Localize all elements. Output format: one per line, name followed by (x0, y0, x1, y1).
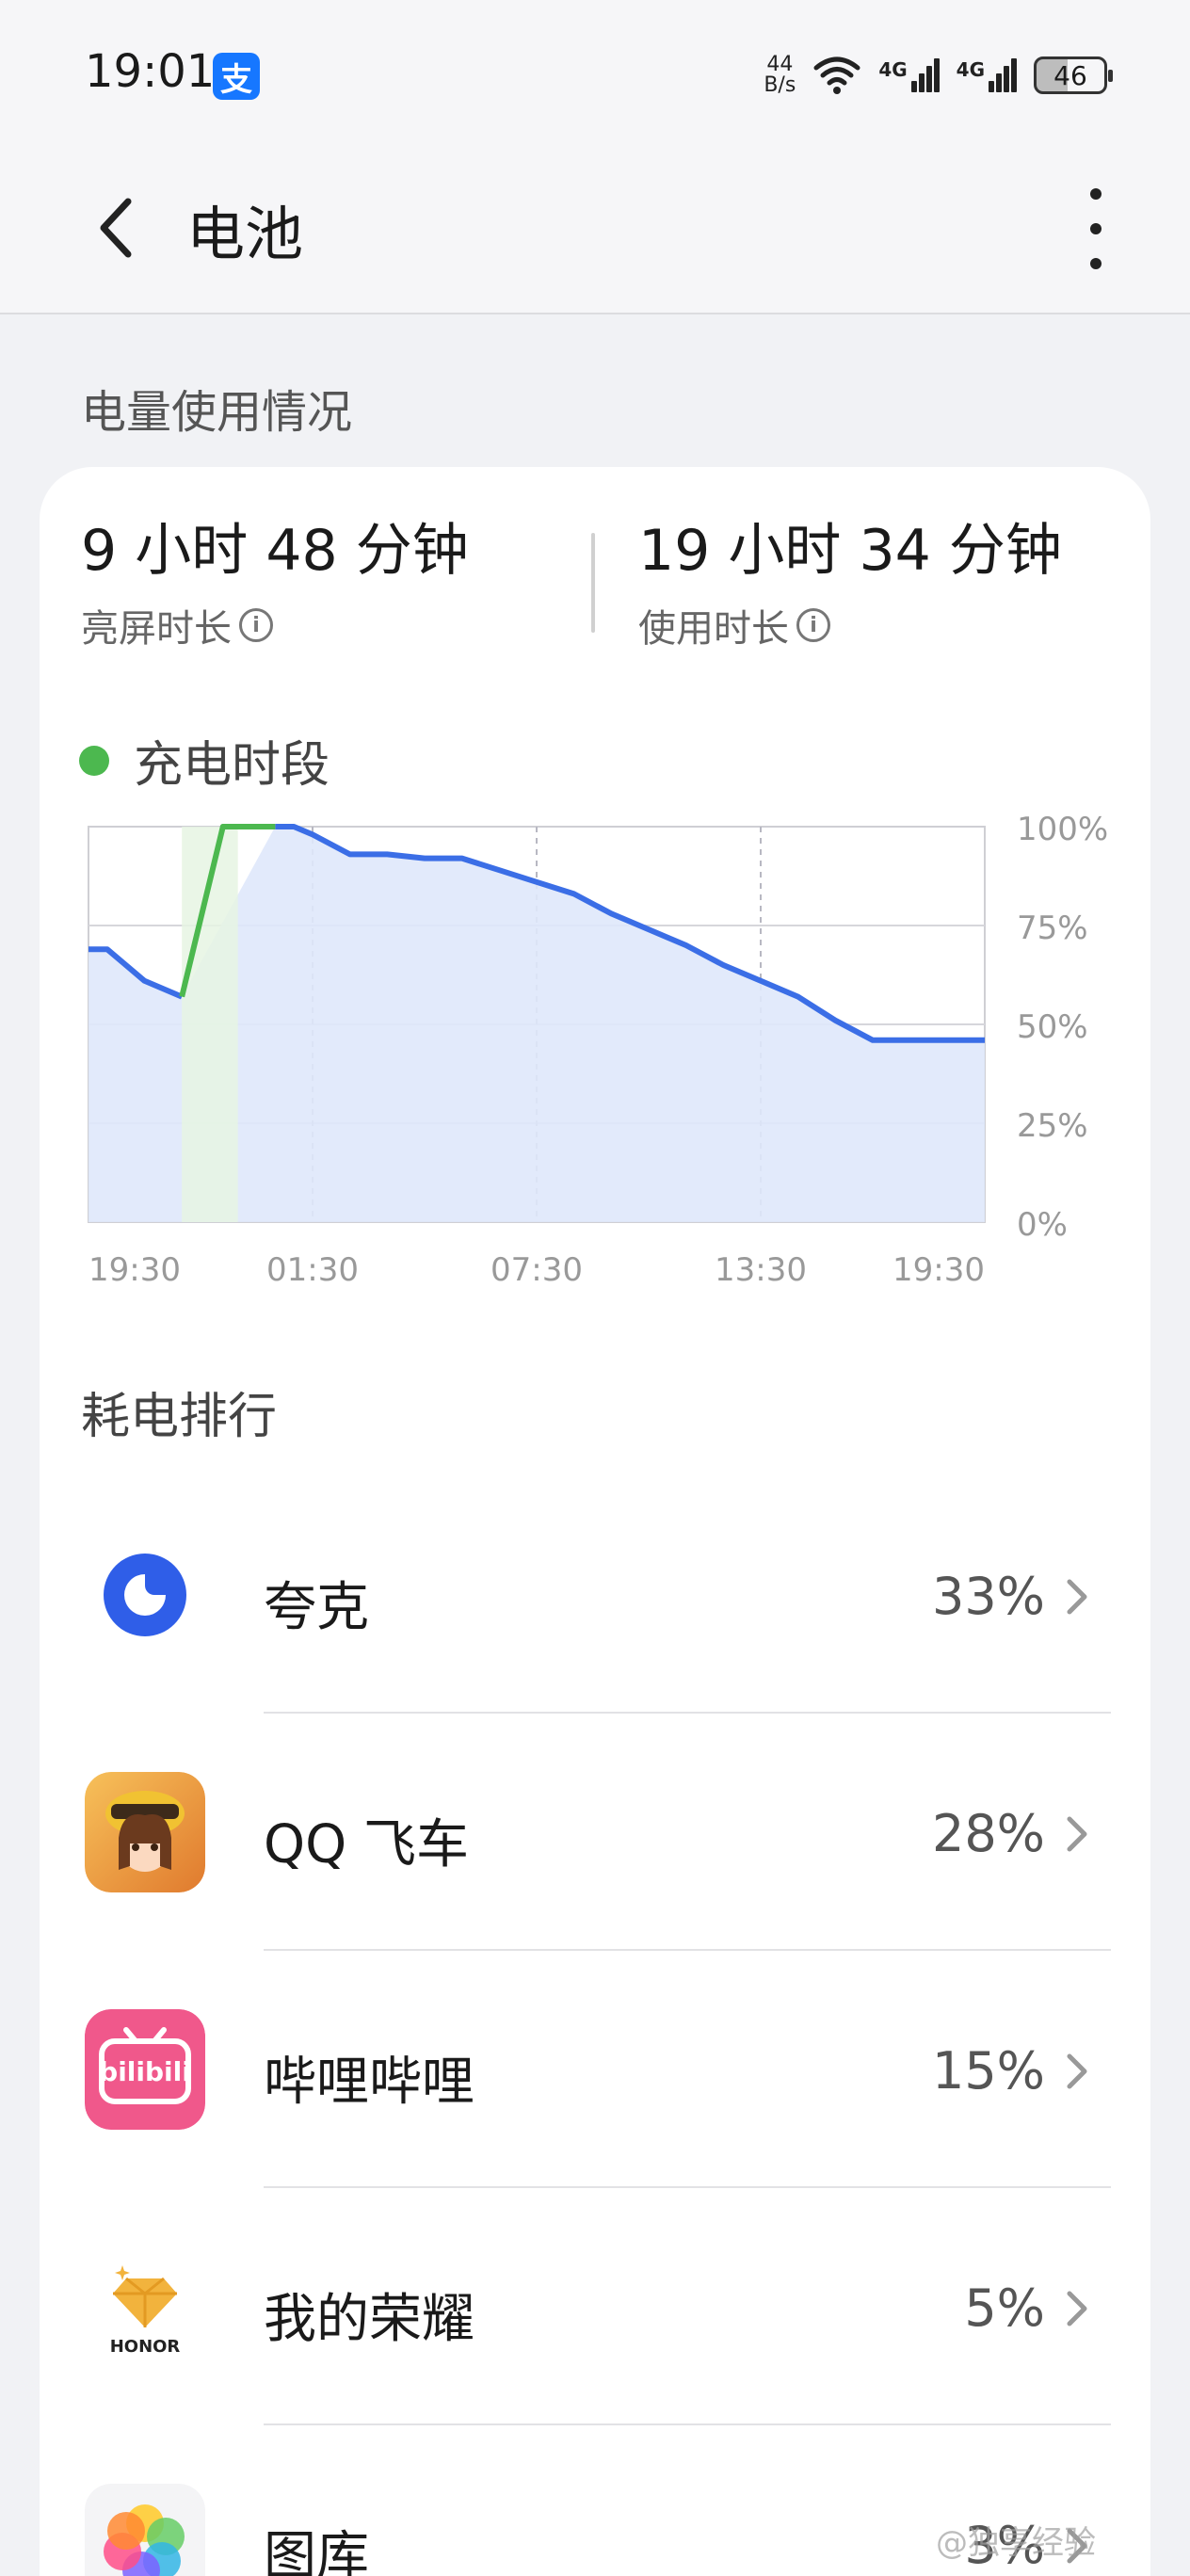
app-name: 我的荣耀 (264, 2289, 474, 2350)
chart-legend: 充电时段 (79, 725, 330, 796)
usage-value: 19 小时 34 分钟 (638, 518, 1062, 584)
status-bar: 19:01 支 44 B/s 4G 4G 46 (0, 0, 1190, 151)
info-icon[interactable]: i (796, 608, 830, 642)
net-speed-value: 44 (766, 53, 794, 76)
app-row-bilibili[interactable]: bilibili 哔哩哔哩 15% (40, 1951, 1150, 2188)
y-tick-label: 25% (1017, 1107, 1088, 1145)
bilibili-icon: bilibili (85, 2009, 205, 2130)
usage-stat: 19 小时 34 分钟 使用时长 i (638, 505, 1062, 652)
ranking-title: 耗电排行 (81, 1389, 278, 1445)
wifi-icon (813, 56, 860, 94)
charging-legend-dot (79, 745, 109, 776)
chevron-right-icon (1067, 1579, 1087, 1615)
app-percent: 28% (931, 1804, 1045, 1863)
charging-legend-label: 充电时段 (134, 737, 330, 794)
app-name: 夸克 (264, 1577, 369, 1638)
x-tick-label: 13:30 (715, 1251, 807, 1289)
chevron-right-icon (1067, 2291, 1087, 2326)
y-tick-label: 50% (1017, 1008, 1088, 1046)
x-tick-label: 19:30 (892, 1251, 985, 1289)
status-icons: 44 B/s 4G 4G 46 (764, 49, 1113, 102)
battery-icon: 46 (1034, 56, 1113, 94)
watermark: @独享经验 (936, 2524, 1096, 2562)
y-tick-label: 100% (1017, 811, 1108, 848)
app-header: 电池 (0, 151, 1190, 314)
page-title: 电池 (186, 200, 304, 268)
net-speed-unit: B/s (764, 73, 796, 97)
status-time: 19:01 (85, 45, 216, 98)
app-percent: 33% (931, 1567, 1045, 1626)
x-tick-label: 07:30 (490, 1251, 583, 1289)
gallery-icon (85, 2484, 205, 2576)
app-percent: 15% (931, 2041, 1045, 2101)
battery-chart[interactable]: 100% 75% 50% 25% 0% 19:30 01:30 07:30 13:30 19:30 (40, 787, 1150, 1409)
x-tick-label: 01:30 (266, 1251, 359, 1289)
screen-on-label-row[interactable]: 亮屏时长 i (81, 598, 469, 652)
honor-logo-text: HONOR (110, 2337, 181, 2357)
app-row-qq-speed[interactable]: QQ 飞车 28% (40, 1714, 1150, 1951)
net-speed: 44 B/s (764, 55, 796, 96)
x-tick-label: 19:30 (88, 1251, 181, 1289)
usage-label-row[interactable]: 使用时长 i (638, 598, 1062, 652)
app-name: QQ 飞车 (264, 1814, 469, 1876)
back-arrow-icon[interactable] (90, 190, 147, 266)
chevron-right-icon (1067, 1816, 1087, 1852)
honor-icon: HONOR (85, 2246, 205, 2367)
app-name: 哔哩哔哩 (264, 2052, 474, 2113)
qq-speed-icon (85, 1772, 205, 1892)
alipay-notification-icon: 支 (213, 53, 260, 100)
more-options-icon[interactable] (1077, 188, 1115, 269)
battery-card: 9 小时 48 分钟 亮屏时长 i 19 小时 34 分钟 使用时长 i 充电时… (40, 467, 1150, 2576)
y-tick-label: 0% (1017, 1206, 1068, 1244)
screen-on-stat: 9 小时 48 分钟 亮屏时长 i (81, 505, 469, 652)
signal-2-icon: 4G (957, 58, 1017, 92)
stat-divider (591, 533, 595, 633)
screen-on-value: 9 小时 48 分钟 (81, 518, 469, 584)
screen-on-label: 亮屏时长 (81, 607, 232, 651)
y-tick-label: 75% (1017, 910, 1088, 947)
chevron-right-icon (1067, 2053, 1087, 2089)
quark-icon (104, 1554, 186, 1636)
app-name: 图库 (264, 2526, 369, 2576)
app-percent: 5% (964, 2278, 1045, 2338)
app-row-honor[interactable]: HONOR 我的荣耀 5% (40, 2188, 1150, 2425)
bilibili-logo-text: bilibili (99, 2056, 191, 2087)
signal-2-label: 4G (956, 58, 985, 81)
signal-1-label: 4G (878, 58, 908, 81)
signal-1-icon: 4G (878, 58, 940, 92)
info-icon[interactable]: i (239, 608, 273, 642)
app-row-quark[interactable]: 夸克 33% (40, 1476, 1150, 1714)
usage-section-title: 电量使用情况 (81, 386, 353, 439)
usage-label: 使用时长 (638, 607, 789, 651)
